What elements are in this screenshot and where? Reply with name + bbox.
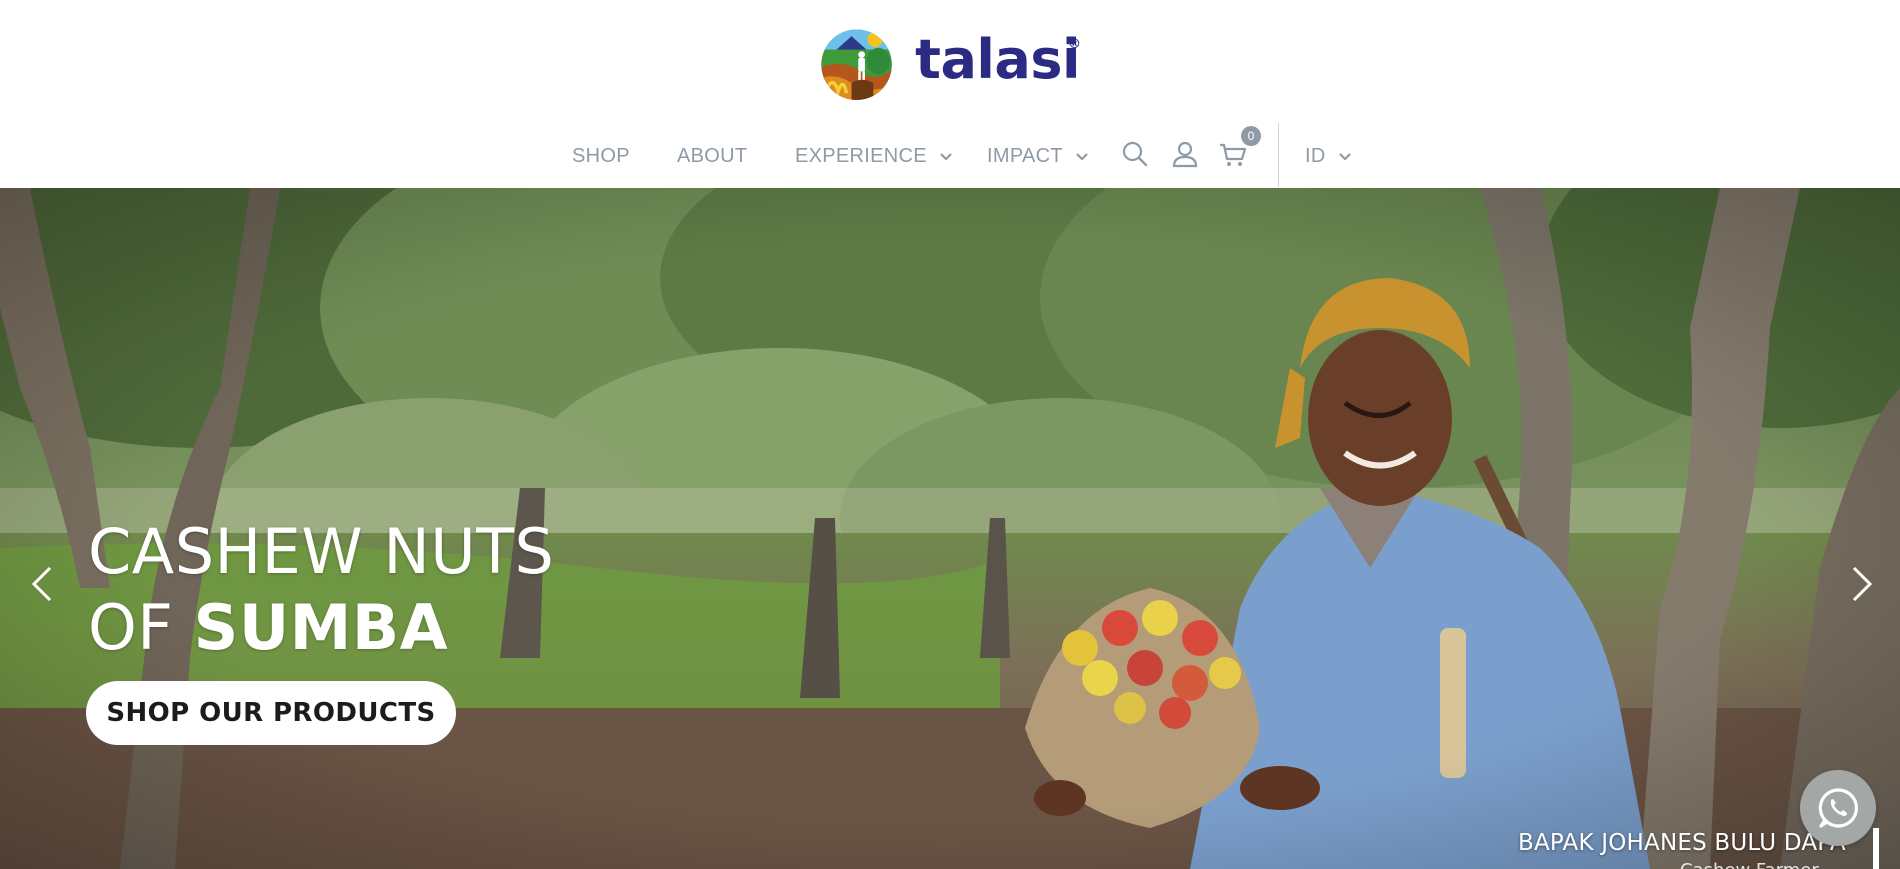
nav-about[interactable]: ABOUT (677, 145, 747, 168)
whatsapp-icon (1818, 788, 1858, 828)
nav-about-label: ABOUT (677, 145, 748, 167)
chevron-down-icon (1076, 152, 1088, 161)
brand-logo[interactable]: talasi ® (818, 17, 1081, 109)
user-icon[interactable] (1170, 139, 1200, 169)
language-label: ID (1305, 145, 1326, 167)
chevron-down-icon (1338, 152, 1351, 161)
nav-divider (1278, 123, 1279, 187)
shop-our-products-button[interactable]: SHOP OUR PRODUCTS (86, 681, 456, 745)
hero-title-line1: CASHEW NUTS (88, 515, 555, 588)
hero-slider: CASHEW NUTS OF SUMBA SHOP OUR PRODUCTS B… (0, 188, 1900, 869)
hero-title: CASHEW NUTS OF SUMBA (88, 514, 554, 666)
talasi-logo-icon (821, 29, 892, 100)
slider-prev-arrow-icon[interactable] (22, 556, 62, 612)
slider-next-arrow-icon[interactable] (1842, 556, 1882, 612)
brand-name: talasi (915, 28, 1080, 91)
cart-count-badge: 0 (1241, 126, 1261, 146)
caption-accent-bar (1873, 828, 1879, 869)
hero-title-highlight: SUMBA (193, 591, 449, 664)
hero-title-prefix: OF (88, 591, 194, 664)
slide-caption-subtitle: Cashew Farmer (1680, 860, 1819, 869)
whatsapp-button[interactable] (1800, 770, 1876, 846)
nav-experience-label: EXPERIENCE (795, 145, 927, 167)
nav-impact-label: IMPACT (987, 145, 1063, 167)
search-icon[interactable] (1120, 139, 1150, 169)
site-header: talasi ® SHOP ABOUT EXPERIENCE IMPACT ID… (0, 0, 1900, 188)
main-nav: SHOP ABOUT EXPERIENCE IMPACT ID (0, 125, 1900, 185)
hero-title-line2: OF SUMBA (88, 590, 554, 666)
nav-shop[interactable]: SHOP (572, 145, 630, 168)
slide-caption: BAPAK JOHANES BULU DAPA (1518, 830, 1846, 856)
nav-shop-label: SHOP (572, 145, 630, 167)
nav-experience[interactable]: EXPERIENCE (795, 145, 953, 168)
chevron-down-icon (940, 152, 952, 161)
trademark-symbol: ® (1068, 37, 1081, 52)
language-selector[interactable]: ID (1305, 145, 1352, 168)
nav-impact[interactable]: IMPACT (987, 145, 1089, 168)
